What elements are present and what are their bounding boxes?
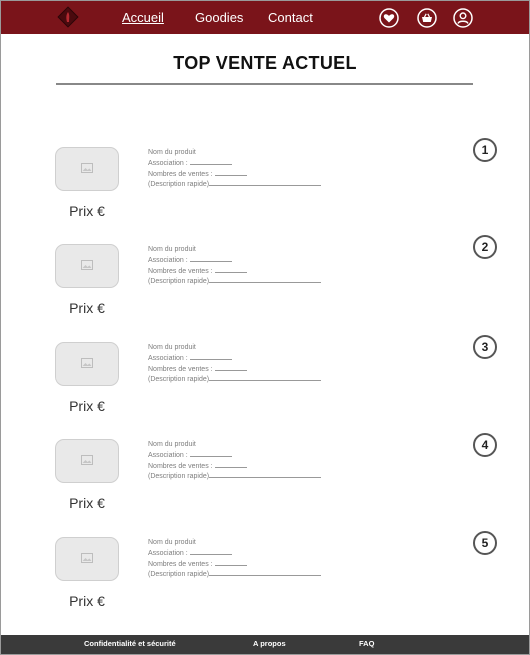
description-blank — [209, 471, 322, 479]
association-label: Association : — [148, 550, 188, 558]
sales-blank — [214, 559, 247, 566]
image-icon — [81, 455, 93, 465]
rank-badge: 2 — [473, 235, 497, 259]
product-row[interactable]: Prix € Nom du produit Association : Nomb… — [0, 531, 530, 622]
sales-blank — [214, 266, 247, 273]
rank-badge: 1 — [473, 138, 497, 162]
association-label: Association : — [148, 257, 188, 265]
association-label: Association : — [148, 355, 188, 363]
nav-link-accueil[interactable]: Accueil — [122, 10, 164, 25]
product-row[interactable]: Prix € Nom du produit Association : Nomb… — [0, 433, 530, 524]
sales-label: Nombres de ventes : — [148, 170, 213, 178]
description-blank — [209, 374, 322, 382]
nav-link-goodies[interactable]: Goodies — [195, 10, 243, 25]
footer-link-privacy[interactable]: Confidentialité et sécurité — [84, 639, 176, 648]
association-blank — [189, 353, 232, 361]
product-row[interactable]: Prix € Nom du produit Association : Nomb… — [0, 138, 530, 232]
association-label: Association : — [148, 160, 188, 168]
product-info: Nom du produit Association : Nombres de … — [148, 440, 338, 482]
description-blank — [209, 179, 322, 187]
footer-link-about[interactable]: A propos — [253, 639, 286, 648]
product-price: Prix € — [69, 495, 105, 511]
sales-blank — [214, 461, 247, 468]
footer-bar: Confidentialité et sécurité A propos FAQ — [1, 635, 529, 654]
association-label: Association : — [148, 452, 188, 460]
heart-icon[interactable] — [379, 8, 399, 28]
product-info: Nom du produit Association : Nombres de … — [148, 245, 338, 287]
product-name: Nom du produit — [148, 344, 196, 351]
product-info: Nom du produit Association : Nombres de … — [148, 538, 338, 580]
image-icon — [81, 553, 93, 563]
description-blank — [209, 276, 322, 284]
product-row[interactable]: Prix € Nom du produit Association : Nomb… — [0, 235, 530, 329]
sales-blank — [214, 364, 247, 371]
sales-label: Nombres de ventes : — [148, 462, 213, 470]
sales-label: Nombres de ventes : — [148, 560, 213, 568]
page-title: TOP VENTE ACTUEL — [173, 53, 357, 73]
top-navbar: Accueil Goodies Contact — [1, 1, 529, 34]
product-image-placeholder[interactable] — [55, 244, 119, 288]
rank-badge: 5 — [473, 531, 497, 555]
product-row[interactable]: Prix € Nom du produit Association : Nomb… — [0, 335, 530, 427]
product-name: Nom du produit — [148, 149, 196, 156]
account-icon[interactable] — [453, 8, 473, 28]
association-blank — [189, 255, 232, 263]
product-info: Nom du produit Association : Nombres de … — [148, 148, 338, 190]
association-blank — [189, 450, 232, 458]
description-label: (Description rapide) — [148, 181, 210, 189]
description-label: (Description rapide) — [148, 376, 210, 384]
product-image-placeholder[interactable] — [55, 147, 119, 191]
association-blank — [189, 158, 232, 166]
product-name: Nom du produit — [148, 441, 196, 448]
description-blank — [209, 569, 322, 577]
nav-link-contact[interactable]: Contact — [268, 10, 313, 25]
product-name: Nom du produit — [148, 539, 196, 546]
image-icon — [81, 358, 93, 368]
product-name: Nom du produit — [148, 246, 196, 253]
product-image-placeholder[interactable] — [55, 537, 119, 581]
footer-link-faq[interactable]: FAQ — [359, 639, 374, 648]
product-info: Nom du produit Association : Nombres de … — [148, 343, 338, 385]
sales-label: Nombres de ventes : — [148, 267, 213, 275]
basket-icon[interactable] — [417, 8, 437, 28]
product-image-placeholder[interactable] — [55, 439, 119, 483]
image-icon — [81, 163, 93, 173]
association-blank — [189, 548, 232, 556]
description-label: (Description rapide) — [148, 473, 210, 481]
description-label: (Description rapide) — [148, 278, 210, 286]
sales-blank — [214, 169, 247, 176]
sales-label: Nombres de ventes : — [148, 365, 213, 373]
product-price: Prix € — [69, 398, 105, 414]
logo-icon[interactable] — [57, 6, 79, 28]
title-divider — [56, 83, 473, 85]
rank-badge: 4 — [473, 433, 497, 457]
product-price: Prix € — [69, 203, 105, 219]
rank-badge: 3 — [473, 335, 497, 359]
description-label: (Description rapide) — [148, 571, 210, 579]
product-image-placeholder[interactable] — [55, 342, 119, 386]
product-price: Prix € — [69, 593, 105, 609]
image-icon — [81, 260, 93, 270]
product-price: Prix € — [69, 300, 105, 316]
